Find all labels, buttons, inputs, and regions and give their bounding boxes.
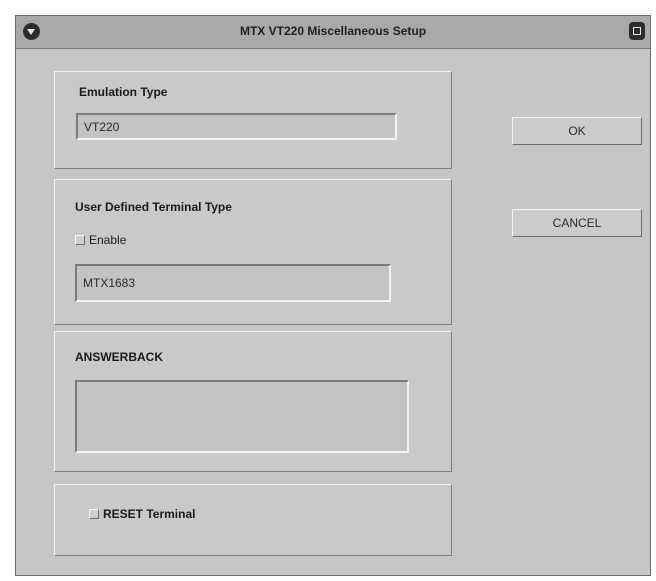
maximize-icon[interactable] xyxy=(629,22,645,40)
reset-terminal-checkbox[interactable]: RESET Terminal xyxy=(89,507,195,521)
answerback-field[interactable] xyxy=(75,380,409,453)
reset-terminal-checkbox-box[interactable] xyxy=(89,509,99,519)
reset-terminal-panel: RESET Terminal xyxy=(54,484,452,556)
enable-checkbox-box[interactable] xyxy=(75,235,85,245)
window-title: MTX VT220 Miscellaneous Setup xyxy=(239,24,427,38)
emulation-type-heading: Emulation Type xyxy=(79,85,168,99)
emulation-type-panel: Emulation Type VT220 xyxy=(54,71,452,169)
reset-terminal-label: RESET Terminal xyxy=(103,507,196,521)
enable-checkbox[interactable]: Enable xyxy=(75,233,126,247)
cancel-button[interactable]: CANCEL xyxy=(512,209,642,237)
emulation-type-field[interactable]: VT220 xyxy=(76,113,397,140)
title-bar[interactable]: MTX VT220 Miscellaneous Setup xyxy=(16,16,650,49)
user-defined-terminal-heading: User Defined Terminal Type xyxy=(75,200,232,214)
user-defined-terminal-panel: User Defined Terminal Type Enable MTX168… xyxy=(54,179,452,325)
terminal-type-field[interactable]: MTX1683 xyxy=(75,264,391,302)
ok-button[interactable]: OK xyxy=(512,117,642,145)
answerback-heading: ANSWERBACK xyxy=(75,350,163,364)
enable-checkbox-label: Enable xyxy=(89,233,127,247)
setup-dialog-window: MTX VT220 Miscellaneous Setup Emulation … xyxy=(15,15,651,576)
answerback-panel: ANSWERBACK xyxy=(54,331,452,472)
